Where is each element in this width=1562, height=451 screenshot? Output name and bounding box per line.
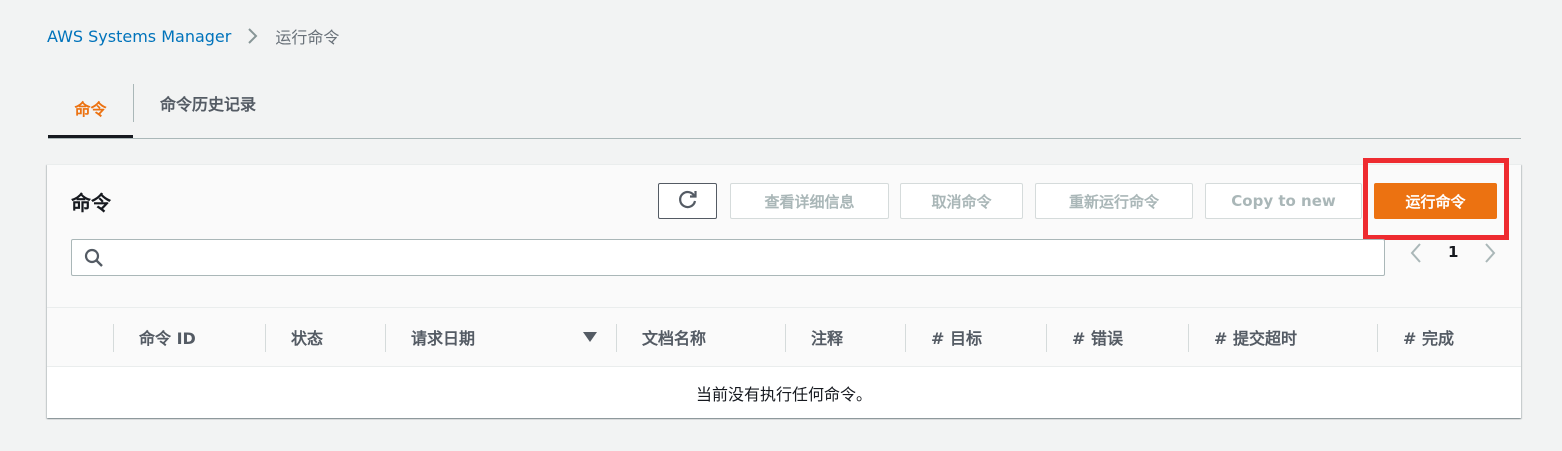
column-header-delivery-timeouts[interactable]: # 提交超时 [1214,308,1297,366]
table-header: 命令 ID 状态 请求日期 文档名称 注释 # 目标 # 错误 # 提交超时 #… [47,307,1521,367]
column-divider [616,324,617,352]
refresh-icon [677,188,699,214]
breadcrumb: AWS Systems Manager 运行命令 [47,25,340,48]
commands-panel: 命令 查看详细信息 取消命令 重新运行命令 Copy to new 运行命令 1 [47,158,1521,418]
refresh-button[interactable] [658,183,717,219]
column-header-targets[interactable]: # 目标 [931,308,982,366]
column-divider [785,324,786,352]
column-divider [905,324,906,352]
column-header-command-id[interactable]: 命令 ID [139,308,196,366]
search-input[interactable] [71,239,1385,276]
column-divider [265,324,266,352]
pagination: 1 [1405,240,1505,266]
tab-commands[interactable]: 命令 [48,80,133,138]
column-divider [113,324,114,352]
chevron-right-icon[interactable] [1483,242,1497,268]
column-header-request-date[interactable]: 请求日期 [411,308,475,366]
chevron-left-icon[interactable] [1409,242,1423,268]
column-divider [1188,324,1189,352]
column-header-completed[interactable]: # 完成 [1403,308,1454,366]
tab-command-history[interactable]: 命令历史记录 [160,80,256,126]
page-number[interactable]: 1 [1448,243,1458,261]
table-empty-state: 当前没有执行任何命令。 [47,367,1521,418]
column-divider [1377,324,1378,352]
column-header-document-name[interactable]: 文档名称 [642,308,706,366]
column-divider [385,324,386,352]
view-details-button[interactable]: 查看详细信息 [730,183,889,219]
breadcrumb-current: 运行命令 [275,28,340,47]
tab-divider [133,84,134,122]
column-header-errors[interactable]: # 错误 [1072,308,1123,366]
copy-to-new-button[interactable]: Copy to new [1205,183,1362,219]
column-divider [1046,324,1047,352]
cancel-command-button[interactable]: 取消命令 [900,183,1023,219]
column-header-status[interactable]: 状态 [291,308,323,366]
rerun-command-button[interactable]: 重新运行命令 [1035,183,1193,219]
empty-message: 当前没有执行任何命令。 [695,384,872,404]
panel-title: 命令 [71,191,111,215]
highlight-box [1363,158,1509,240]
search-icon [84,248,104,272]
breadcrumb-link-systems-manager[interactable]: AWS Systems Manager [47,27,231,46]
tab-bar: 命令 命令历史记录 [48,80,1521,139]
chevron-right-icon [247,27,259,45]
sort-descending-icon[interactable] [583,308,597,366]
column-header-comment[interactable]: 注释 [811,308,843,366]
